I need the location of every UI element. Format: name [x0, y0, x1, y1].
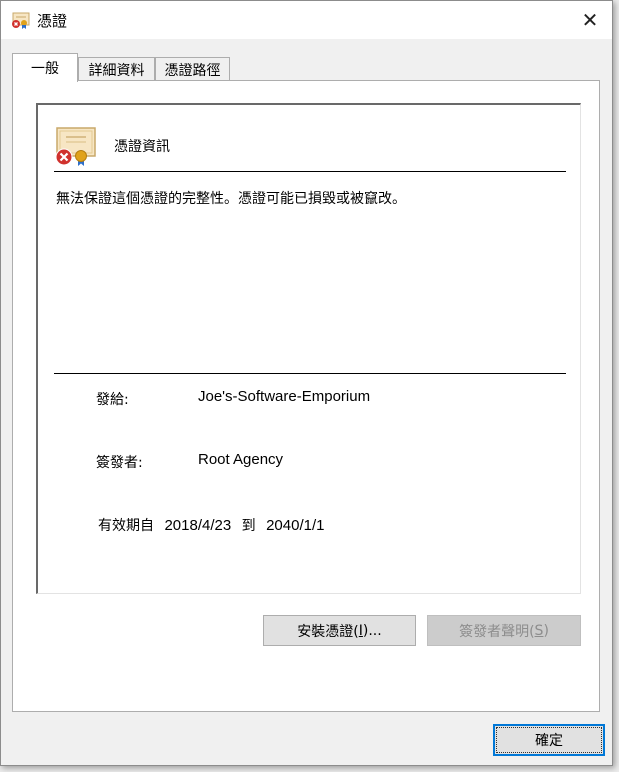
- certificate-dialog: 憑證 ✕ 一般 詳細資料 憑證路徑 憑證資訊 無法保證這個憑證的完整性。憑證可能…: [0, 0, 613, 766]
- validity-from-date: 2018/4/23: [164, 517, 232, 534]
- tab-details[interactable]: 詳細資料: [78, 57, 155, 81]
- validity-period: 有效期自 2018/4/23 到 2040/1/1: [98, 515, 330, 535]
- issuer-statement-button[interactable]: 簽發者聲明(S): [427, 615, 581, 646]
- close-icon: ✕: [581, 8, 599, 32]
- ok-button[interactable]: 確定: [493, 724, 605, 756]
- header-divider: [54, 171, 566, 172]
- issued-by-value: Root Agency: [198, 451, 284, 468]
- validity-to-label: 到: [241, 518, 256, 534]
- title-bar: 憑證 ✕: [1, 1, 612, 39]
- validity-to-date: 2040/1/1: [266, 517, 325, 534]
- tab-panel-general: 憑證資訊 無法保證這個憑證的完整性。憑證可能已損毀或被竄改。 發給: Joe's…: [12, 80, 600, 712]
- details-divider: [54, 373, 566, 374]
- integrity-warning: 無法保證這個憑證的完整性。憑證可能已損毀或被竄改。: [56, 191, 406, 207]
- certificate-error-icon: [55, 127, 96, 166]
- issued-to-label: 發給:: [96, 392, 129, 408]
- certificate-info-box: 憑證資訊 無法保證這個憑證的完整性。憑證可能已損毀或被竄改。 發給: Joe's…: [36, 103, 581, 594]
- tab-general[interactable]: 一般: [12, 53, 78, 82]
- issued-to-value: Joe's-Software-Emporium: [198, 388, 371, 405]
- validity-from-label: 有效期自: [98, 518, 154, 534]
- close-button[interactable]: ✕: [568, 1, 612, 39]
- tab-certification-path[interactable]: 憑證路徑: [155, 57, 230, 81]
- info-header: 憑證資訊: [114, 139, 170, 155]
- certificate-error-icon: [12, 12, 30, 29]
- window-title: 憑證: [37, 12, 68, 30]
- issued-by-label: 簽發者:: [96, 455, 143, 471]
- install-certificate-button[interactable]: 安裝憑證(I)...: [263, 615, 416, 646]
